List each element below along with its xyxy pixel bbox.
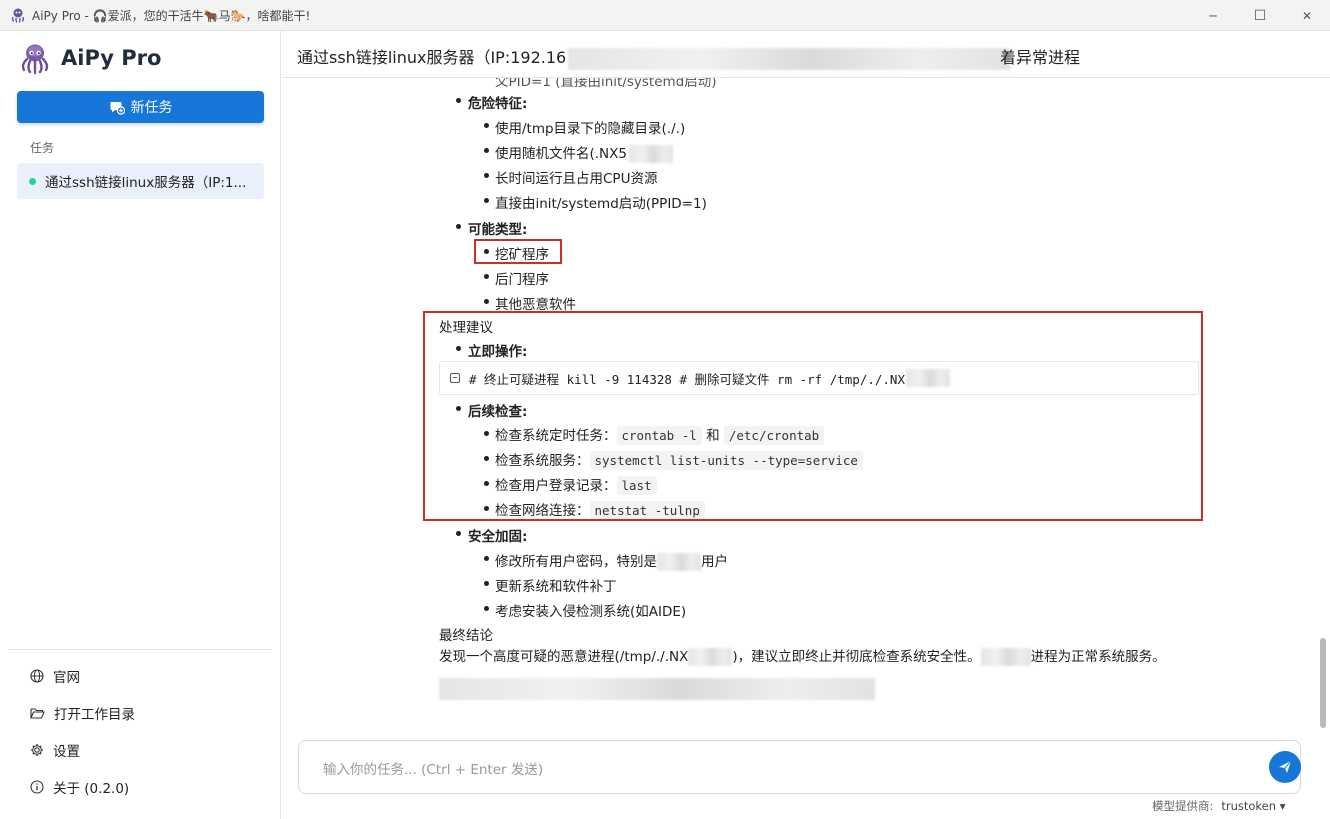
sidebar-link-label: 打开工作目录 (54, 707, 135, 723)
folder-open-icon (30, 708, 45, 719)
list-item: 后门程序 (495, 272, 549, 288)
conclusion-part: )，建议立即终止并彻底检查系统安全性。 (732, 649, 981, 665)
highlight-box (474, 239, 562, 264)
task-title: 通过ssh链接linux服务器（IP:1... (45, 175, 247, 191)
conversation-title-end: 着异常进程 (1000, 48, 1081, 67)
heading-colon: : (522, 529, 528, 545)
info-icon (30, 780, 44, 794)
globe-icon (30, 669, 44, 683)
redacted-block (629, 145, 673, 163)
heading-text: 可能类型 (468, 222, 522, 238)
redacted-block (657, 553, 701, 571)
list-bullet (484, 556, 489, 561)
new-chat-icon (109, 102, 125, 115)
content-scrollbar[interactable] (1320, 638, 1326, 728)
message-content: 父PID=1 (直接由init/systemd启动) 危险特征: 使用/tmp目… (282, 78, 1330, 738)
conversation-header: 通过ssh链接linux服务器（IP:192.16 着异常进程 (282, 31, 1330, 78)
heading-colon: : (522, 96, 528, 112)
redacted-block (688, 648, 733, 666)
heading-text: 安全加固 (468, 529, 522, 545)
close-button[interactable]: ✕ (1284, 0, 1330, 31)
list-item: 父PID=1 (直接由init/systemd启动) (495, 78, 717, 90)
brand: AiPy Pro (18, 41, 161, 75)
conclusion-part: 进程为正常系统服务。 (1030, 649, 1166, 665)
list-bullet (484, 299, 489, 304)
list-item: 更新系统和软件补丁 (495, 579, 617, 595)
octopus-logo-icon (21, 44, 49, 75)
list-bullet (484, 123, 489, 128)
title-start: 通过ssh链接linux服务器（IP:192.16 (297, 48, 567, 67)
provider-label: 模型提供商: (1152, 799, 1214, 813)
section-heading: 危险特征: (468, 92, 527, 112)
minimize-button[interactable]: ─ (1190, 0, 1236, 31)
list-bullet (484, 606, 489, 611)
section-heading: 安全加固: (468, 525, 527, 545)
model-provider[interactable]: 模型提供商: trustoken ▾ (1152, 798, 1285, 814)
list-item: 使用随机文件名(.NX5 (495, 142, 673, 163)
sidebar-divider (8, 649, 272, 650)
conclusion-heading: 最终结论 (439, 628, 493, 644)
redacted-block (439, 678, 875, 700)
sidebar-link-open-workdir[interactable]: 打开工作目录 (30, 703, 135, 723)
list-item: 考虑安装入侵检测系统(如AIDE) (495, 604, 687, 620)
status-dot (29, 177, 36, 185)
list-item: 其他恶意软件 (495, 297, 576, 313)
redacted-block (980, 648, 1031, 666)
maximize-button[interactable]: ☐ (1237, 0, 1283, 31)
heading-text: 危险特征 (468, 96, 522, 112)
new-task-label: 新任务 (130, 100, 173, 116)
task-input[interactable]: 输入你的任务... (Ctrl + Enter 发送) (323, 758, 543, 778)
sidebar: AiPy Pro 新任务 任务 通过ssh链接linux服务器（IP:1... … (0, 31, 281, 819)
conclusion-part: 发现一个高度可疑的恶意进程(/tmp/./.NX (439, 649, 689, 665)
list-item: 长时间运行且占用CPU资源 (495, 171, 658, 187)
main-panel: 通过ssh链接linux服务器（IP:192.16 着异常进程 父PID=1 (… (282, 31, 1330, 819)
list-bullet (456, 224, 461, 229)
list-bullet (484, 148, 489, 153)
section-heading: 可能类型: (468, 218, 527, 238)
redacted-block (568, 47, 1011, 70)
task-list-item[interactable]: 通过ssh链接linux服务器（IP:1... (17, 163, 264, 199)
send-button[interactable] (1269, 751, 1301, 783)
minimize-icon: ─ (1209, 8, 1217, 23)
task-input-box[interactable]: 输入你的任务... (Ctrl + Enter 发送) (298, 740, 1301, 794)
list-item: 直接由init/systemd启动(PPID=1) (495, 196, 707, 212)
list-bullet (484, 274, 489, 279)
app-logo-icon (11, 8, 25, 23)
sidebar-link-website[interactable]: 官网 (30, 666, 80, 686)
app-name: AiPy Pro (61, 46, 162, 70)
close-icon: ✕ (1301, 8, 1313, 23)
tasks-section-label: 任务 (30, 141, 55, 155)
highlight-box (423, 311, 1203, 521)
gear-icon (31, 744, 43, 756)
item-text: 修改所有用户密码，特别是 (495, 554, 657, 570)
window-title: AiPy Pro - 🎧爱派，您的干活牛🐂马🐎，啥都能干! (32, 8, 311, 23)
item-text: 使用随机文件名(.NX5 (495, 146, 627, 162)
sidebar-link-label: 设置 (53, 744, 80, 760)
list-bullet (456, 531, 461, 536)
send-icon (1279, 760, 1292, 773)
list-item: 修改所有用户密码，特别是 用户 (495, 550, 728, 571)
item-text: 用户 (701, 554, 728, 570)
conversation-title: 通过ssh链接linux服务器（IP:192.16 (297, 44, 1011, 70)
sidebar-link-label: 官网 (53, 670, 80, 686)
list-item: 使用/tmp目录下的隐藏目录(./.) (495, 121, 686, 137)
heading-colon: : (522, 222, 528, 238)
sidebar-link-label: 关于 (0.2.0) (53, 781, 130, 797)
provider-select[interactable]: trustoken ▾ (1221, 799, 1285, 813)
list-bullet (484, 173, 489, 178)
title-bar: AiPy Pro - 🎧爱派，您的干活牛🐂马🐎，啥都能干! ─ ☐ ✕ (0, 0, 1330, 31)
conclusion-text: 发现一个高度可疑的恶意进程(/tmp/./.NX )，建议立即终止并彻底检查系统安… (439, 645, 1166, 666)
list-bullet (484, 198, 489, 203)
list-bullet (484, 581, 489, 586)
sidebar-link-about[interactable]: 关于 (0.2.0) (30, 777, 129, 797)
list-bullet (456, 98, 461, 103)
sidebar-link-settings[interactable]: 设置 (30, 740, 80, 760)
new-task-button[interactable]: 新任务 (17, 91, 264, 123)
maximize-icon: ☐ (1253, 7, 1267, 24)
